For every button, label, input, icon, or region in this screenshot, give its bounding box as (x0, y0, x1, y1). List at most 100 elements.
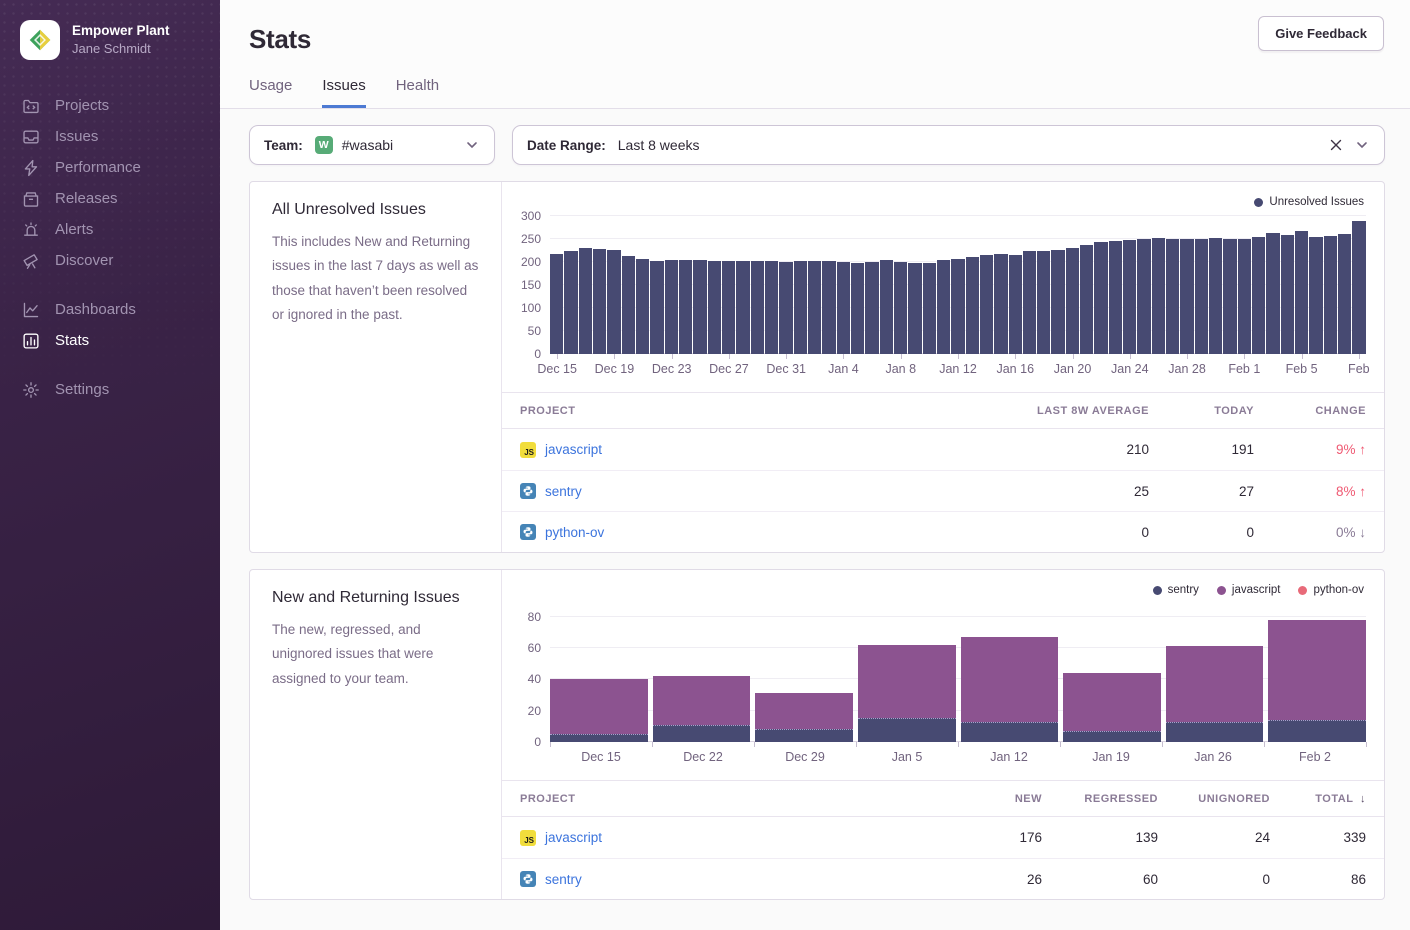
x-tick-label: Jan 20 (1054, 362, 1092, 376)
y-tick-label: 80 (528, 610, 541, 624)
user-name: Jane Schmidt (72, 40, 170, 58)
x-tick-mark (1359, 354, 1360, 359)
unresolved-bar (966, 257, 979, 354)
table-row: JSjavascript17613924339 (502, 817, 1384, 858)
segment-sentry (550, 734, 648, 742)
sidebar-item-label: Dashboards (55, 301, 136, 318)
unresolved-bar (1109, 241, 1122, 354)
sidebar-item-discover[interactable]: Discover (0, 245, 220, 276)
unresolved-bar (1252, 237, 1265, 354)
unresolved-bar (808, 261, 821, 354)
column-header-new: New (946, 793, 1042, 805)
unresolved-bar (1209, 238, 1222, 354)
table-cell-value: 210 (979, 442, 1149, 457)
python-icon (520, 483, 536, 499)
clear-date-icon[interactable] (1328, 137, 1344, 153)
segment-javascript (755, 693, 853, 729)
column-header-total[interactable]: Total ↓ (1270, 793, 1366, 805)
unresolved-bar (794, 261, 807, 354)
tab-issues[interactable]: Issues (322, 77, 365, 108)
unresolved-bar (1238, 239, 1251, 354)
x-tick-label: Jan 16 (996, 362, 1034, 376)
legend-dot-icon (1217, 586, 1226, 595)
y-tick-label: 250 (521, 232, 541, 246)
sidebar-item-label: Alerts (55, 221, 93, 238)
y-tick-label: 40 (528, 672, 541, 686)
chart-x-axis: Dec 15Dec 22Dec 29Jan 5Jan 12Jan 19Jan 2… (550, 742, 1366, 770)
segment-javascript (1268, 620, 1366, 720)
stacked-bar (653, 604, 751, 742)
unresolved-bar (564, 251, 577, 354)
sidebar-item-issues[interactable]: Issues (0, 121, 220, 152)
y-tick-label: 0 (534, 735, 541, 749)
sidebar-item-performance[interactable]: Performance (0, 152, 220, 183)
sidebar-item-dashboards[interactable]: Dashboards (0, 294, 220, 325)
unresolved-bar (579, 248, 592, 354)
table-header-row: ProjectNewRegressedUnignoredTotal ↓ (502, 780, 1384, 817)
x-tick-label: Dec 19 (595, 362, 635, 376)
unresolved-bar (765, 261, 778, 354)
give-feedback-button[interactable]: Give Feedback (1258, 16, 1384, 51)
segment-javascript (858, 645, 956, 719)
panel-title: New and Returning Issues (272, 589, 479, 607)
sidebar-item-projects[interactable]: Projects (0, 90, 220, 121)
chart-legend: Unresolved Issues (502, 194, 1366, 216)
date-range-value: Last 8 weeks (618, 137, 700, 153)
stacked-bar (961, 604, 1059, 742)
unresolved-bar (1266, 233, 1279, 354)
x-tick-mark (958, 354, 959, 359)
sidebar-item-stats[interactable]: Stats (0, 325, 220, 356)
date-range-select[interactable]: Date Range: Last 8 weeks (512, 125, 1385, 165)
unresolved-bar (1023, 251, 1036, 354)
org-switcher[interactable]: Empower Plant Jane Schmidt (0, 0, 220, 80)
project-link-sentry[interactable]: sentry (520, 871, 946, 887)
main-area: Stats Give Feedback Usage Issues Health Te… (220, 0, 1410, 930)
unresolved-bar (650, 261, 663, 354)
project-link-javascript[interactable]: JSjavascript (520, 830, 946, 846)
x-tick-label: Dec 23 (652, 362, 692, 376)
unresolved-bar (1037, 251, 1050, 354)
project-link-python-ov[interactable]: python-ov (520, 524, 979, 540)
x-tick-mark (843, 354, 844, 359)
table-row: sentry25278% ↑ (502, 470, 1384, 511)
project-link-javascript[interactable]: JSjavascript (520, 442, 979, 458)
stacked-bar (755, 604, 853, 742)
x-tick-mark (786, 354, 787, 359)
project-link-sentry[interactable]: sentry (520, 483, 979, 499)
unresolved-bar (679, 260, 692, 354)
segment-javascript (550, 679, 648, 734)
sidebar-item-alerts[interactable]: Alerts (0, 214, 220, 245)
segment-javascript (961, 637, 1059, 722)
chart-legend: sentryjavascriptpython-ov (502, 582, 1366, 604)
sidebar-item-label: Settings (55, 381, 109, 398)
unresolved-bar (1051, 250, 1064, 354)
unresolved-bar (994, 254, 1007, 354)
y-tick-label: 20 (528, 704, 541, 718)
page-title: Stats (249, 24, 1384, 55)
tab-health[interactable]: Health (396, 77, 439, 108)
team-select-value: #wasabi (342, 137, 393, 153)
x-tick-label: Jan 12 (990, 750, 1028, 764)
y-tick-label: 60 (528, 641, 541, 655)
legend-item-unresolved-issues: Unresolved Issues (1254, 196, 1364, 208)
column-header-project: Project (520, 793, 946, 805)
javascript-icon: JS (520, 442, 536, 458)
table-cell-value: 176 (946, 830, 1042, 845)
chart-plot-area: 050100150200250300 (550, 216, 1366, 354)
x-tick-label: Dec 27 (709, 362, 749, 376)
change-cell: 9% ↑ (1254, 442, 1366, 457)
sidebar-item-releases[interactable]: Releases (0, 183, 220, 214)
unresolved-bar (1295, 231, 1308, 354)
issues-icon (22, 128, 40, 146)
unresolved-bar (1180, 239, 1193, 354)
sidebar-item-settings[interactable]: Settings (0, 374, 220, 405)
column-header-project: Project (520, 405, 979, 417)
legend-label: python-ov (1313, 584, 1364, 596)
unresolved-bar (1324, 236, 1337, 354)
team-select[interactable]: Team: W #wasabi (249, 125, 495, 165)
tab-usage[interactable]: Usage (249, 77, 292, 108)
unresolved-issues-table: ProjectLast 8w AverageTodayChangeJSjavas… (502, 392, 1384, 552)
unresolved-bar (908, 263, 921, 354)
sidebar-item-label: Discover (55, 252, 113, 269)
segment-sentry (961, 722, 1059, 742)
